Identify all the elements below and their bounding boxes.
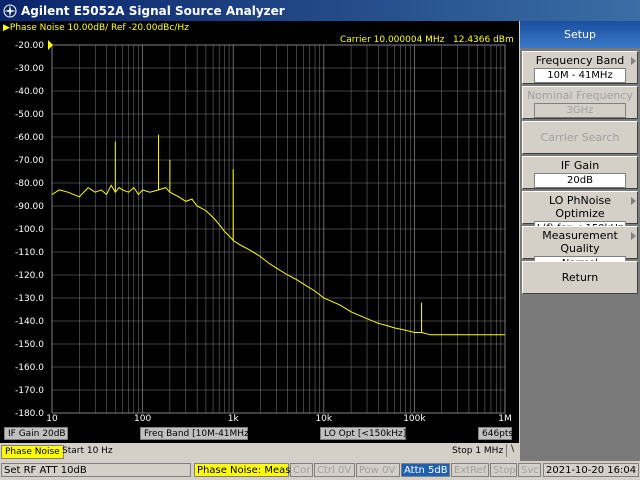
softkey-panel: Setup Frequency Band 10M - 41MHz Nominal… [520, 21, 640, 461]
y-tick-label: -100.0 [15, 225, 44, 235]
lo-opt-status[interactable]: LO Opt [<150kHz] [320, 427, 406, 440]
softkey-frequency-band[interactable]: Frequency Band 10M - 41MHz [522, 51, 638, 84]
carrier-frequency-readout: Carrier 10.000004 MHz [340, 35, 445, 45]
x-tick-label: 10k [315, 414, 332, 424]
external-reference-indicator: ExtRef [451, 463, 489, 477]
softkey-nominal-frequency[interactable]: Nominal Frequency 3GHz [522, 86, 638, 119]
start-frequency[interactable]: Start 10 Hz [62, 446, 113, 456]
status-message: Set RF ATT 10dB [1, 463, 191, 477]
x-tick-label: 10 [46, 414, 58, 424]
x-tick-label: 100 [134, 414, 151, 424]
softkey-label: Carrier Search [540, 131, 620, 144]
stop-indicator: Stop [490, 463, 517, 477]
softkey-label: Frequency Band [535, 54, 625, 67]
softkey-value: 3GHz [534, 103, 626, 118]
y-tick-label: -30.00 [15, 64, 44, 74]
attenuation-indicator: Attn 5dB [401, 463, 450, 477]
y-tick-label: -70.00 [15, 156, 44, 166]
y-tick-label: -50.00 [15, 110, 44, 120]
y-tick-label: -170.0 [15, 386, 44, 396]
softkey-return[interactable]: Return [522, 261, 638, 294]
softkey-label: IF Gain [560, 159, 600, 172]
x-tick-label: 1k [228, 414, 240, 424]
submenu-arrow-icon [631, 232, 636, 240]
measurement-screen[interactable]: -20.00 -30.00 -40.00 -50.00 -60.00 -70.00 -80.… [0, 21, 519, 443]
y-tick-label: -90.00 [15, 202, 44, 212]
points-status[interactable]: 646pts [478, 427, 513, 440]
softkey-carrier-search[interactable]: Carrier Search [522, 121, 638, 154]
y-tick-label: -140.0 [15, 317, 44, 327]
sweep-end-mark: \ [506, 444, 518, 457]
if-gain-status[interactable]: IF Gain 20dB [4, 427, 68, 440]
y-tick-label: -80.00 [15, 179, 44, 189]
channel-status-row: IF Gain 20dB Freq Band [10M-41MHz] LO Op… [0, 426, 519, 441]
ctrl-voltage-indicator: Ctrl 0V [314, 463, 355, 477]
y-tick-label: -160.0 [15, 363, 44, 373]
softkey-label: Return [561, 271, 599, 284]
measurement-state: Phase Noise: Meas [194, 463, 290, 477]
window-title: Agilent E5052A Signal Source Analyzer [21, 3, 285, 18]
date-time: 2021-10-20 16:04 [543, 463, 639, 477]
softkey-value: 20dB [534, 173, 626, 188]
power-voltage-indicator: Pow 0V [356, 463, 400, 477]
y-tick-label: -40.00 [15, 87, 44, 97]
cor-indicator: Cor [290, 463, 313, 477]
submenu-arrow-icon [631, 197, 636, 205]
softkey-measurement-quality[interactable]: Measurement Quality Normal [522, 226, 638, 271]
phase-noise-plot[interactable]: -20.00 -30.00 -40.00 -50.00 -60.00 -70.00 -80.… [0, 21, 519, 426]
trace-title: ▶Phase Noise 10.00dB/ Ref -20.00dBc/Hz [3, 23, 189, 33]
service-indicator: Svc [518, 463, 541, 477]
window-title-bar: Agilent E5052A Signal Source Analyzer [0, 0, 640, 21]
phase-noise-trace [51, 184, 505, 336]
y-tick-label: -180.0 [15, 409, 44, 419]
softkey-value: 10M - 41MHz [534, 68, 626, 83]
x-tick-label: 100k [403, 414, 426, 424]
sweep-range-bar: Phase Noise Start 10 Hz Stop 1 MHz \ [0, 443, 519, 459]
submenu-arrow-icon [631, 57, 636, 65]
stop-frequency[interactable]: Stop 1 MHz [452, 446, 503, 456]
softkey-label: Measurement Quality [542, 229, 618, 255]
carrier-level-readout: 12.4366 dBm [453, 35, 514, 45]
active-trace-label[interactable]: Phase Noise [1, 445, 64, 459]
y-tick-label: -60.00 [15, 133, 44, 143]
softkey-label: Nominal Frequency [527, 89, 633, 102]
y-tick-label: -150.0 [15, 340, 44, 350]
softkey-label: LO PhNoise Optimize [548, 194, 611, 220]
softkey-lo-phnoise-optimize[interactable]: LO PhNoise Optimize L(f) for < 150kHz [522, 191, 638, 236]
y-tick-label: -120.0 [15, 271, 44, 281]
instrument-status-bar: Set RF ATT 10dB Phase Noise: Meas Cor Ct… [0, 461, 640, 480]
y-tick-label: -110.0 [15, 248, 44, 258]
agilent-logo-icon [3, 4, 17, 17]
x-tick-label: 1M [498, 414, 512, 424]
y-tick-label: -130.0 [15, 294, 44, 304]
softkey-if-gain[interactable]: IF Gain 20dB [522, 156, 638, 189]
y-tick-label: -20.00 [15, 41, 44, 51]
freq-band-status[interactable]: Freq Band [10M-41MHz] [140, 427, 252, 440]
softkey-menu-title: Setup [520, 21, 640, 48]
